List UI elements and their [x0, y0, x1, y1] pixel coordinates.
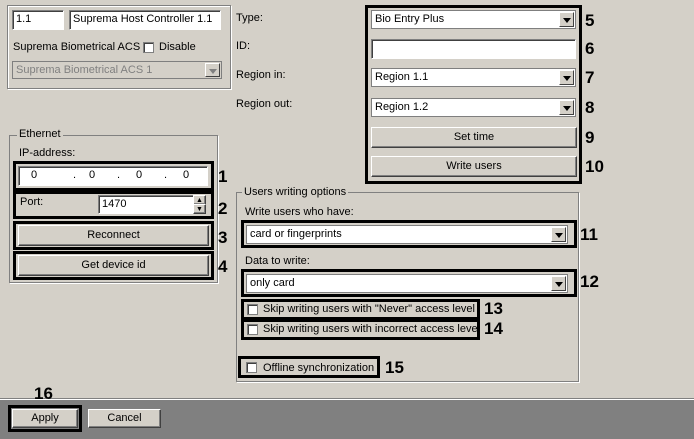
- ip-address-label: IP-address:: [19, 147, 76, 159]
- chevron-down-icon[interactable]: [205, 63, 220, 77]
- skip-never-checkbox[interactable]: [247, 304, 258, 315]
- ip-octet-1: 0: [31, 169, 38, 181]
- callout-11: 11: [580, 225, 598, 244]
- chevron-down-icon[interactable]: [551, 276, 566, 291]
- ethernet-group-title: Ethernet: [17, 128, 63, 140]
- ip-dot: .: [73, 169, 77, 181]
- callout-1: 1: [218, 167, 228, 186]
- parent-acs-select[interactable]: Suprema Biometrical ACS 1: [12, 61, 222, 79]
- write-users-who-select[interactable]: card or fingerprints: [246, 225, 568, 244]
- chevron-down-icon[interactable]: [559, 100, 574, 115]
- callout-5: 5: [585, 11, 595, 30]
- chevron-down-icon[interactable]: [559, 70, 574, 85]
- callout-9: 9: [585, 128, 595, 147]
- disable-label: Disable: [159, 41, 196, 53]
- region-out-value: Region 1.2: [375, 101, 429, 113]
- region-in-value: Region 1.1: [375, 71, 429, 83]
- callout-3: 3: [218, 228, 228, 247]
- port-spin-down[interactable]: ▼: [193, 204, 206, 214]
- port-label: Port:: [20, 196, 44, 208]
- type-label: Type:: [236, 12, 263, 24]
- type-value: Bio Entry Plus: [375, 13, 445, 25]
- region-in-label: Region in:: [236, 69, 286, 81]
- port-field[interactable]: 1470: [98, 195, 194, 214]
- callout-4: 4: [218, 257, 228, 276]
- apply-button[interactable]: Apply: [12, 409, 78, 428]
- chevron-down-icon[interactable]: [551, 227, 566, 242]
- region-out-select[interactable]: Region 1.2: [371, 98, 576, 117]
- type-select[interactable]: Bio Entry Plus: [371, 10, 576, 29]
- region-in-select[interactable]: Region 1.1: [371, 68, 576, 87]
- reconnect-button[interactable]: Reconnect: [18, 225, 209, 246]
- disable-checkbox[interactable]: [143, 42, 154, 53]
- ip-octet-2: 0: [89, 169, 96, 181]
- callout-10: 10: [585, 157, 604, 176]
- skip-incorrect-label: Skip writing users with incorrect access…: [263, 323, 481, 335]
- write-users-who-value: card or fingerprints: [250, 228, 342, 240]
- callout-2: 2: [218, 199, 228, 218]
- callout-7: 7: [585, 68, 595, 87]
- callout-14: 14: [484, 319, 503, 338]
- ip-address-field[interactable]: 0 . 0 . 0 . 0: [18, 166, 208, 186]
- id-label: ID:: [236, 40, 251, 52]
- callout-12: 12: [580, 272, 599, 291]
- callout-16: 16: [34, 384, 53, 403]
- offline-sync-label: Offline synchronization: [263, 362, 375, 374]
- ip-dot: .: [117, 169, 121, 181]
- data-to-write-label: Data to write:: [245, 255, 310, 267]
- device-name-field[interactable]: Suprema Host Controller 1.1: [69, 10, 221, 30]
- ip-dot: .: [164, 169, 168, 181]
- get-device-id-button[interactable]: Get device id: [18, 255, 209, 276]
- callout-15: 15: [385, 358, 404, 377]
- skip-never-label: Skip writing users with "Never" access l…: [263, 303, 475, 315]
- users-writing-title: Users writing options: [242, 186, 349, 198]
- ip-octet-4: 0: [183, 169, 190, 181]
- data-to-write-value: only card: [250, 277, 295, 289]
- set-time-button[interactable]: Set time: [371, 127, 577, 148]
- who-label: Write users who have:: [245, 206, 354, 218]
- ip-octet-3: 0: [136, 169, 143, 181]
- parent-acs-value: Suprema Biometrical ACS 1: [16, 64, 153, 76]
- callout-6: 6: [585, 39, 595, 58]
- chevron-down-icon[interactable]: [559, 12, 574, 27]
- cancel-button[interactable]: Cancel: [88, 409, 161, 428]
- skip-incorrect-checkbox[interactable]: [247, 324, 258, 335]
- write-users-button[interactable]: Write users: [371, 156, 577, 177]
- region-out-label: Region out:: [236, 98, 293, 110]
- callout-8: 8: [585, 98, 595, 117]
- id-field[interactable]: [371, 39, 576, 59]
- callout-13: 13: [484, 299, 503, 318]
- data-to-write-select[interactable]: only card: [246, 274, 568, 293]
- parent-acs-label: Suprema Biometrical ACS: [13, 41, 141, 53]
- offline-sync-checkbox[interactable]: [246, 362, 257, 373]
- device-id-field[interactable]: 1.1: [12, 10, 64, 30]
